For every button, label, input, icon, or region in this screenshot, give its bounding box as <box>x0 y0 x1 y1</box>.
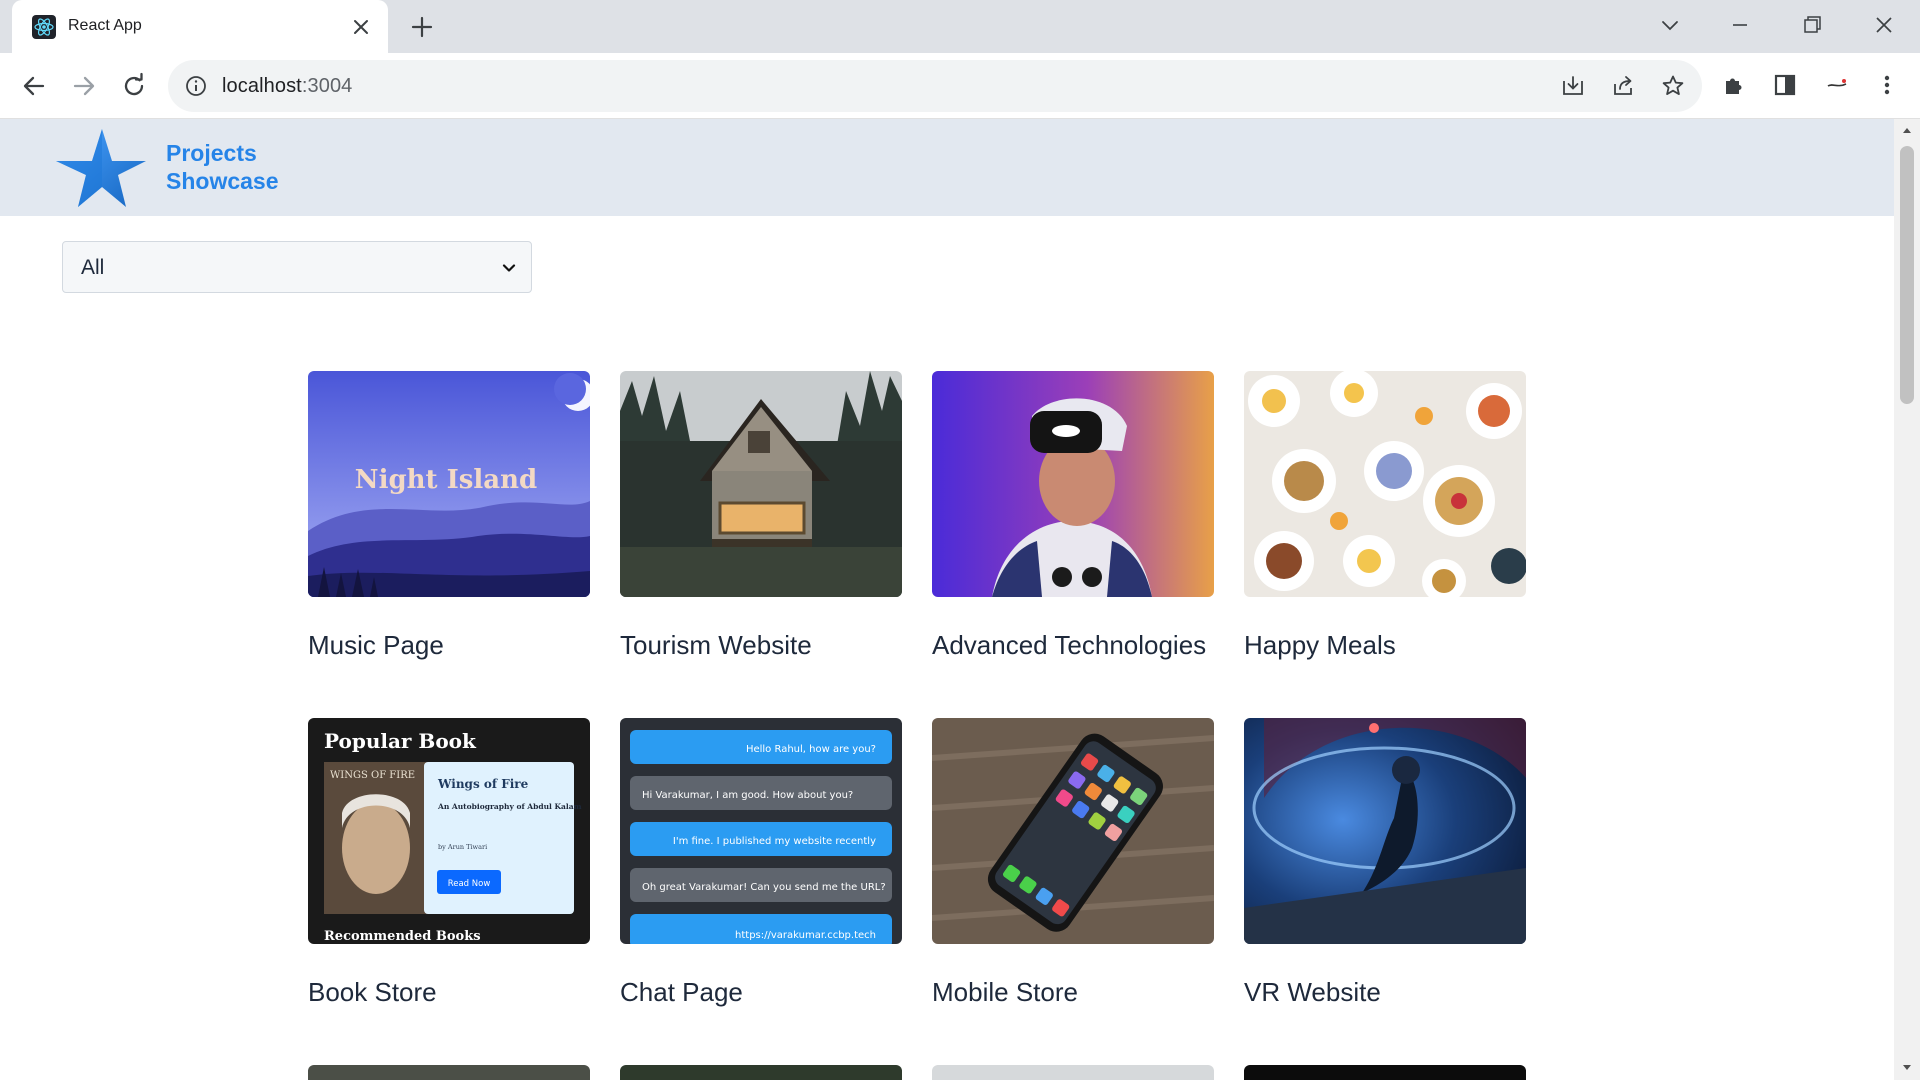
project-card-partial[interactable] <box>1244 1065 1526 1080</box>
window-close-icon[interactable] <box>1864 8 1904 44</box>
project-thumbnail[interactable]: Popular Book WINGS OF FIRE Wings of Fire… <box>308 718 590 944</box>
book-footer: Recommended Books <box>324 929 481 944</box>
bookmark-star-icon[interactable] <box>1660 73 1686 99</box>
share-icon[interactable] <box>1610 73 1636 99</box>
project-card-partial[interactable] <box>932 1065 1214 1080</box>
project-thumbnail[interactable] <box>1244 371 1526 597</box>
book-author: by Arun Tiwari <box>438 843 487 851</box>
project-title: Advanced Technologies <box>932 630 1207 660</box>
page-scrollbar[interactable] <box>1894 119 1920 1080</box>
brand-line-1: Projects <box>166 140 257 166</box>
forward-arrow-icon[interactable] <box>68 70 100 102</box>
install-app-icon[interactable] <box>1560 73 1586 99</box>
project-card-music-page[interactable]: Night Island Music Page <box>308 371 590 661</box>
tab-strip: React App <box>0 0 1920 53</box>
browser-tab[interactable]: React App <box>12 0 388 53</box>
category-select-value: All <box>81 256 105 279</box>
profile-avatar-icon[interactable] <box>1822 70 1852 100</box>
chat-msg-1: Hello Rahul, how are you? <box>746 744 876 755</box>
project-card-partial[interactable] <box>308 1065 590 1080</box>
scrollbar-thumb[interactable] <box>1900 146 1914 404</box>
project-card-chat-page[interactable]: Hello Rahul, how are you? Hi Varakumar, … <box>620 718 902 1008</box>
project-thumbnail[interactable] <box>1244 718 1526 944</box>
thumb-text: Night Island <box>355 465 537 495</box>
brand-line-2: Showcase <box>166 168 279 194</box>
site-header: Projects Showcase <box>0 119 1894 216</box>
project-card-book-store[interactable]: Popular Book WINGS OF FIRE Wings of Fire… <box>308 718 590 1008</box>
book-read-now: Read Now <box>448 879 491 889</box>
project-card-happy-meals[interactable]: Happy Meals <box>1244 371 1526 661</box>
browser-toolbar: localhost:3004 <box>0 53 1920 119</box>
project-card-advanced-technologies[interactable]: Advanced Technologies <box>932 371 1214 661</box>
category-select[interactable]: All <box>62 241 532 293</box>
project-thumbnail[interactable]: Night Island <box>308 371 590 597</box>
restore-icon[interactable] <box>1792 8 1832 44</box>
chat-msg-4: Oh great Varakumar! Can you send me the … <box>642 882 886 893</box>
menu-kebab-icon[interactable] <box>1872 70 1902 100</box>
scroll-up-arrow-icon[interactable] <box>1901 125 1913 137</box>
tab-title: React App <box>68 17 142 34</box>
book-title: Wings of Fire <box>437 777 529 791</box>
project-thumbnail[interactable] <box>932 718 1214 944</box>
project-title: VR Website <box>1244 977 1381 1007</box>
url-port: :3004 <box>301 75 353 97</box>
project-title: Music Page <box>308 630 444 660</box>
star-logo-icon <box>56 129 146 207</box>
chat-msg-2: Hi Varakumar, I am good. How about you? <box>642 790 853 801</box>
brand-name[interactable]: Projects Showcase <box>166 139 279 195</box>
project-title: Happy Meals <box>1244 630 1396 660</box>
url-host: localhost <box>222 75 302 97</box>
site-info-icon[interactable] <box>184 74 208 98</box>
close-icon[interactable] <box>348 14 374 40</box>
side-panel-icon[interactable] <box>1770 70 1800 100</box>
tab-search-chevron-down-icon[interactable] <box>1650 8 1690 44</box>
project-title: Chat Page <box>620 977 743 1007</box>
book-heading: Popular Book <box>324 729 477 753</box>
url-text[interactable]: localhost:3004 <box>222 75 352 98</box>
project-title: Book Store <box>308 977 437 1007</box>
project-thumbnail[interactable] <box>932 371 1214 597</box>
project-card-tourism-website[interactable]: Tourism Website <box>620 371 902 661</box>
project-title: Tourism Website <box>620 630 812 660</box>
chat-msg-3: I'm fine. I published my website recentl… <box>673 836 876 847</box>
reload-icon[interactable] <box>118 70 150 102</box>
extensions-puzzle-icon[interactable] <box>1720 70 1750 100</box>
project-thumbnail[interactable] <box>620 371 902 597</box>
project-card-vr-website[interactable]: VR Website <box>1244 718 1526 1008</box>
project-card-mobile-store[interactable]: Mobile Store <box>932 718 1214 1008</box>
new-tab-plus-icon[interactable] <box>408 13 436 41</box>
scroll-down-arrow-icon[interactable] <box>1901 1061 1913 1073</box>
project-title: Mobile Store <box>932 977 1078 1007</box>
address-bar[interactable]: localhost:3004 <box>168 60 1702 112</box>
back-arrow-icon[interactable] <box>18 70 50 102</box>
book-subtitle: An Autobiography of Abdul Kalam <box>437 802 582 811</box>
page-viewport: Projects Showcase All Night Island Music… <box>0 119 1920 1080</box>
project-thumbnail[interactable]: Hello Rahul, how are you? Hi Varakumar, … <box>620 718 902 944</box>
react-favicon-icon <box>32 15 56 39</box>
minimize-icon[interactable] <box>1720 8 1760 44</box>
chevron-down-icon <box>502 264 516 272</box>
chat-msg-5: https://varakumar.ccbp.tech <box>735 930 876 941</box>
book-cover-title: WINGS OF FIRE <box>330 770 415 781</box>
project-card-partial[interactable] <box>620 1065 902 1080</box>
